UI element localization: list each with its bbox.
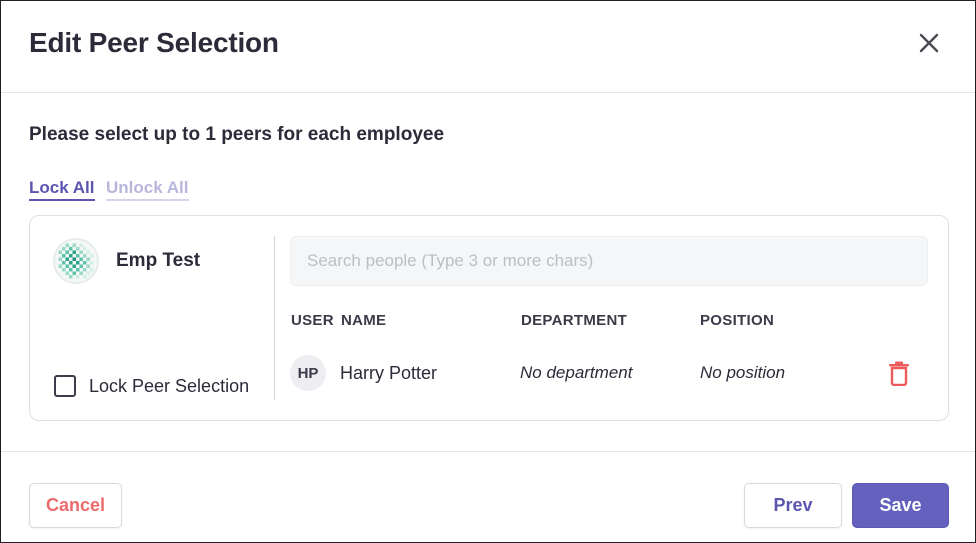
prev-button[interactable]: Prev xyxy=(744,483,842,528)
trash-icon[interactable] xyxy=(888,361,910,387)
employee-peer-card: Emp Test Lock Peer Selection USER NAME D… xyxy=(29,215,949,421)
peer-position: No position xyxy=(700,363,786,382)
user-initials-avatar: HP xyxy=(290,355,326,391)
dialog-title: Edit Peer Selection xyxy=(29,27,279,58)
save-button[interactable]: Save xyxy=(852,483,949,528)
column-header-name: NAME xyxy=(341,312,387,329)
globe-pattern-avatar-icon xyxy=(53,238,99,284)
unlock-all-link[interactable]: Unlock All xyxy=(106,178,189,201)
column-header-user: USER xyxy=(291,312,334,329)
employee-name: Emp Test xyxy=(116,250,201,271)
lock-all-link[interactable]: Lock All xyxy=(29,178,95,201)
dialog-header: Edit Peer Selection xyxy=(1,1,975,93)
close-icon[interactable] xyxy=(915,29,943,57)
vertical-divider xyxy=(274,236,275,400)
peer-name: Harry Potter xyxy=(340,363,438,383)
instruction-text: Please select up to 1 peers for each emp… xyxy=(29,124,445,145)
footer-divider xyxy=(1,451,975,452)
lock-peer-checkbox[interactable] xyxy=(54,375,76,397)
search-people-input[interactable] xyxy=(290,236,928,286)
lock-peer-label: Lock Peer Selection xyxy=(89,375,250,396)
cancel-button[interactable]: Cancel xyxy=(29,483,122,528)
lock-peer-selection-toggle[interactable]: Lock Peer Selection xyxy=(54,374,249,398)
peer-department: No department xyxy=(520,363,633,382)
column-header-department: DEPARTMENT xyxy=(521,312,628,329)
edit-peer-selection-dialog: Edit Peer Selection Please select up to … xyxy=(0,0,976,543)
column-header-position: POSITION xyxy=(700,312,775,329)
